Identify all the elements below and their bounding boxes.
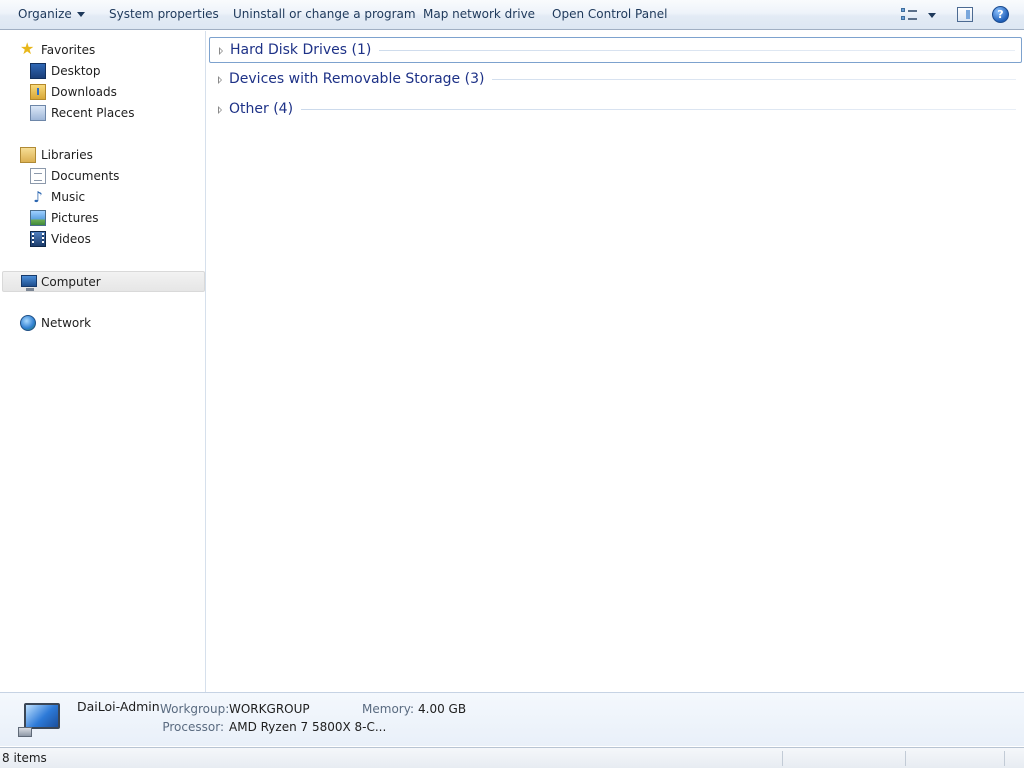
- organize-menu-button[interactable]: Organize: [18, 0, 85, 29]
- music-note-icon: ♪: [33, 188, 43, 206]
- chevron-down-icon: [76, 12, 85, 17]
- system-properties-button[interactable]: System properties: [109, 0, 219, 29]
- items-count: 8 items: [2, 751, 47, 765]
- details-pane: DaiLoi-Admin Workgroup: WORKGROUP Memory…: [0, 692, 1024, 746]
- computer-icon: [21, 275, 37, 291]
- organize-label: Organize: [18, 7, 72, 21]
- nav-computer-label: Computer: [41, 275, 101, 289]
- computer-name: DaiLoi-Admin: [77, 699, 160, 714]
- nav-item-label: Videos: [51, 232, 91, 246]
- network-globe-icon: [20, 315, 36, 331]
- downloads-folder-icon: [30, 84, 46, 100]
- nav-item-label: Downloads: [51, 85, 117, 99]
- group-title: Other (4): [229, 100, 302, 118]
- group-header-removable-storage[interactable]: Devices with Removable Storage (3): [209, 67, 1022, 93]
- recent-places-icon: [30, 105, 46, 121]
- status-bar: 8 items: [0, 747, 1024, 768]
- status-divider: [1004, 751, 1005, 766]
- expand-triangle-icon[interactable]: [218, 106, 222, 114]
- nav-network-label: Network: [41, 316, 92, 330]
- chevron-down-icon: [928, 13, 936, 18]
- status-divider: [905, 751, 906, 766]
- content-area: Hard Disk Drives (1) Devices with Remova…: [207, 31, 1024, 692]
- expand-triangle-icon[interactable]: [219, 47, 223, 55]
- desktop-icon: [30, 63, 46, 79]
- command-bar: Organize System properties Uninstall or …: [0, 0, 1024, 30]
- pictures-icon: [30, 210, 46, 226]
- memory-value: 4.00 GB: [418, 702, 467, 716]
- workgroup-value: WORKGROUP: [229, 702, 310, 716]
- change-view-button[interactable]: [901, 7, 937, 23]
- group-title: Hard Disk Drives (1): [230, 41, 380, 59]
- expand-triangle-icon[interactable]: [218, 76, 222, 84]
- nav-favorites-label: Favorites: [41, 43, 96, 57]
- status-divider: [782, 751, 783, 766]
- memory-label: Memory:: [362, 702, 414, 716]
- computer-monitor-icon: [18, 703, 62, 737]
- documents-icon: [30, 168, 46, 184]
- group-divider: [229, 109, 1016, 110]
- film-strip-icon: [30, 231, 46, 247]
- view-details-icon: [901, 7, 917, 23]
- workgroup-label: Workgroup:: [160, 702, 230, 716]
- navigation-pane: ★ Favorites Desktop Downloads Recent Pla…: [0, 31, 206, 692]
- group-header-hard-disk-drives[interactable]: Hard Disk Drives (1): [209, 37, 1022, 63]
- nav-libraries-label: Libraries: [41, 148, 93, 162]
- processor-label: Processor:: [162, 720, 224, 734]
- libraries-folder-icon: [20, 147, 36, 163]
- nav-item-label: Music: [51, 190, 86, 204]
- nav-item-label: Desktop: [51, 64, 101, 78]
- nav-item-label: Pictures: [51, 211, 99, 225]
- group-header-other[interactable]: Other (4): [209, 97, 1022, 123]
- open-control-panel-button[interactable]: Open Control Panel: [552, 0, 667, 29]
- help-icon[interactable]: ?: [992, 6, 1009, 23]
- nav-computer[interactable]: Computer: [2, 271, 205, 292]
- map-network-drive-button[interactable]: Map network drive: [423, 0, 535, 29]
- uninstall-program-button[interactable]: Uninstall or change a program: [233, 0, 416, 29]
- nav-item-label: Documents: [51, 169, 120, 183]
- preview-pane-toggle[interactable]: [957, 7, 973, 22]
- group-title: Devices with Removable Storage (3): [229, 70, 493, 88]
- processor-value: AMD Ryzen 7 5800X 8-C...: [229, 720, 387, 734]
- star-icon: ★: [20, 39, 35, 58]
- nav-item-label: Recent Places: [51, 106, 135, 120]
